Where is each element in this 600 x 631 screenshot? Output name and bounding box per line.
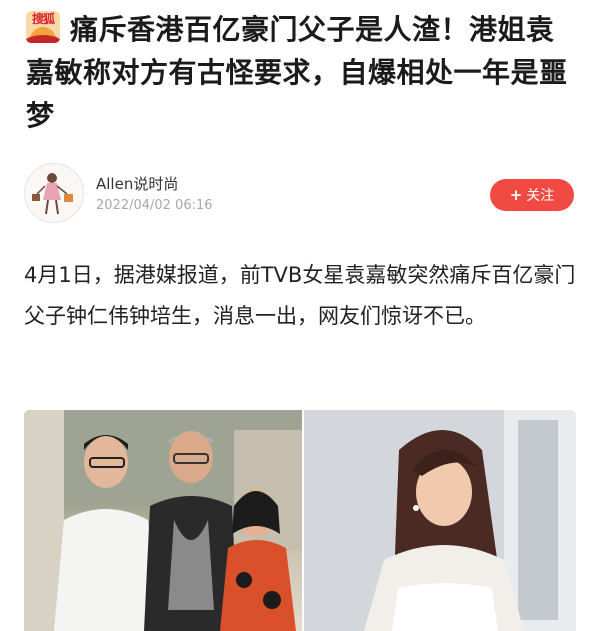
publish-date: 2022/04/02 06:16 xyxy=(96,198,213,213)
article-paragraph: 4月1日，据港媒报道，前TVB女星袁嘉敏突然痛斥百亿豪门父子钟仁伟钟培生，消息一… xyxy=(24,263,576,328)
author-name[interactable]: Allen说时尚 xyxy=(96,173,178,194)
fashion-woman-avatar-icon[interactable] xyxy=(24,163,84,223)
article-image[interactable] xyxy=(24,410,576,631)
actress-photo-illustration xyxy=(304,410,576,631)
author-row: Allen说时尚 2022/04/02 06:16 + 关注 xyxy=(24,163,580,223)
sohu-logo-icon: 搜狐 xyxy=(26,11,60,43)
family-photo-illustration xyxy=(24,410,302,631)
title-row: 搜狐 痛斥香港百亿豪门父子是人渣！港姐袁嘉敏称对方有古怪要求，自爆相处一年是噩梦 xyxy=(26,8,582,137)
avatar-illustration xyxy=(25,164,83,222)
logo-text: 搜狐 xyxy=(31,12,55,26)
family-photo xyxy=(24,410,302,631)
actress-photo xyxy=(304,410,576,631)
logo-hill-shape xyxy=(26,35,60,43)
plus-icon: + xyxy=(509,186,523,204)
follow-button[interactable]: + 关注 xyxy=(490,179,574,211)
article: 搜狐 痛斥香港百亿豪门父子是人渣！港姐袁嘉敏称对方有古怪要求，自爆相处一年是噩梦… xyxy=(0,0,600,631)
follow-label: 关注 xyxy=(526,188,555,204)
article-title: 痛斥香港百亿豪门父子是人渣！港姐袁嘉敏称对方有古怪要求，自爆相处一年是噩梦 xyxy=(26,13,568,132)
